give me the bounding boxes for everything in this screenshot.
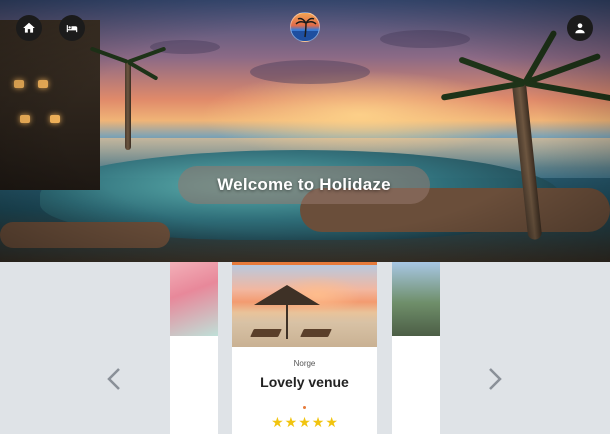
star-icon: ★	[284, 414, 298, 430]
star-icon: ★	[298, 414, 311, 430]
venue-card-featured[interactable]: Norge Lovely venue ★ ★ ★ ★ ★	[232, 262, 377, 434]
venue-title: Lovely venue	[260, 374, 349, 390]
carousel-next-button[interactable]	[485, 366, 505, 392]
venue-card-previous[interactable]	[170, 262, 218, 434]
accent-dot	[303, 406, 306, 409]
profile-button[interactable]	[567, 15, 593, 41]
holidaze-logo[interactable]	[290, 12, 320, 42]
venue-image	[170, 262, 218, 336]
hotels-button[interactable]	[59, 15, 85, 41]
star-icon: ★	[325, 414, 338, 430]
bed-icon	[66, 25, 78, 33]
welcome-heading: Welcome to Holidaze	[217, 175, 391, 194]
venue-image	[392, 262, 440, 336]
venue-image	[232, 265, 377, 347]
hero-banner: Welcome to Holidaze	[0, 0, 610, 262]
venue-rating: ★ ★ ★ ★ ★	[232, 415, 377, 429]
star-icon: ★	[271, 414, 284, 430]
venue-carousel: Norge Lovely venue ★ ★ ★ ★ ★	[0, 262, 610, 434]
user-icon	[575, 23, 585, 34]
chevron-left-icon	[107, 368, 120, 390]
venue-card-next[interactable]	[392, 262, 440, 434]
venue-country: Norge	[293, 359, 316, 368]
welcome-banner: Welcome to Holidaze	[178, 166, 430, 204]
star-icon: ★	[311, 414, 325, 430]
carousel-prev-button[interactable]	[104, 366, 124, 392]
chevron-right-icon	[489, 368, 502, 390]
home-button[interactable]	[16, 15, 42, 41]
home-icon	[23, 22, 35, 33]
